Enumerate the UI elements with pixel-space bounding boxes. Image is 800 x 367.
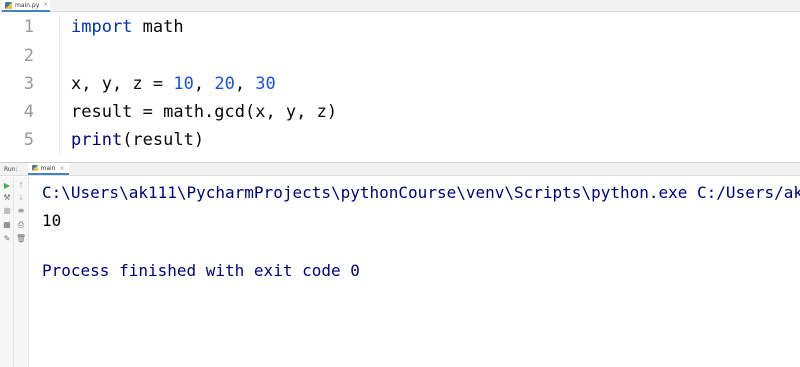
line-number: 1 (23, 17, 34, 37)
code-text: result = math.gcd(x, y, z) (71, 102, 338, 122)
close-icon[interactable]: × (43, 2, 48, 8)
trash-icon[interactable]: 🗑 (16, 234, 26, 244)
line-number: 5 (23, 130, 34, 150)
code-line[interactable]: x, y, z = 10, 20, 30 (71, 74, 276, 94)
run-console-output[interactable]: C:\Users\ak111\PycharmProjects\pythonCou… (30, 177, 800, 367)
line-number: 4 (23, 102, 34, 122)
code-text: , (234, 74, 256, 94)
layout-icon[interactable]: ▦ (2, 220, 12, 230)
console-line-output: 10 (42, 211, 62, 230)
print-icon[interactable]: ⎙ (16, 220, 26, 230)
pin-icon[interactable]: ✎ (2, 234, 12, 244)
soft-wrap-icon[interactable]: ≡ (16, 206, 26, 216)
code-text: math (132, 17, 184, 37)
editor-tab-bar: main.py × (0, 0, 800, 12)
code-builtin: print (71, 130, 123, 150)
wrench-icon[interactable]: ⚒ (2, 193, 12, 203)
code-editor[interactable]: 1 2 3 4 5 import math x, y, z = 10, 20, 3… (0, 13, 800, 155)
editor-tab-label: main.py (15, 1, 40, 9)
up-arrow-icon[interactable]: ↑ (16, 181, 26, 191)
console-line-exit-status: Process finished with exit code 0 (42, 261, 360, 280)
code-line[interactable]: import math (71, 17, 184, 37)
run-tab-label: main (40, 164, 56, 172)
python-file-icon (31, 165, 38, 171)
code-text: x, y, z = (71, 74, 174, 94)
console-line-command: C:\Users\ak111\PycharmProjects\pythonCou… (42, 183, 800, 202)
code-line[interactable]: result = math.gcd(x, y, z) (71, 102, 337, 122)
line-number: 3 (23, 74, 34, 94)
run-toolbar-primary: ▶ ⚒ ■ ▦ ✎ (0, 177, 14, 367)
close-icon[interactable]: × (60, 165, 65, 172)
code-text: , (193, 74, 215, 94)
code-text: (result) (122, 130, 205, 150)
stop-icon[interactable]: ■ (2, 206, 12, 216)
down-arrow-icon[interactable]: ↓ (16, 193, 26, 203)
line-number-gutter: 1 2 3 4 5 (0, 13, 60, 155)
run-toolbar-secondary: ↑ ↓ ≡ ⎙ 🗑 (14, 177, 29, 367)
code-line[interactable]: print(result) (71, 130, 204, 150)
python-file-icon (5, 1, 12, 9)
code-keyword: import (71, 17, 133, 37)
run-icon[interactable]: ▶ (2, 181, 12, 191)
code-number: 30 (255, 74, 276, 94)
run-title: Run: (4, 165, 18, 173)
code-number: 20 (214, 74, 235, 94)
code-number: 10 (173, 74, 194, 94)
editor-tab-main-py[interactable]: main.py × (2, 0, 50, 12)
line-number: 2 (23, 46, 34, 66)
run-tab-main[interactable]: main × (27, 163, 69, 175)
run-tool-window-header: Run: main × (0, 162, 800, 176)
